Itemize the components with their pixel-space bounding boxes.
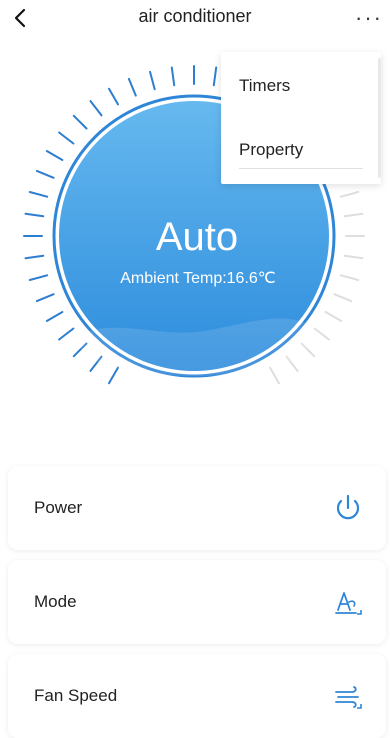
ambient-temperature: Ambient Temp:16.6℃ <box>120 270 276 287</box>
menu-item-timers[interactable]: Timers <box>221 54 381 118</box>
dial-tick <box>149 70 156 91</box>
mode-display: Auto <box>156 215 238 259</box>
dial-tick <box>269 366 280 385</box>
dial-tick <box>45 150 64 161</box>
header-bar: air conditioner ··· <box>0 0 390 40</box>
dial-tick <box>58 327 75 341</box>
power-control[interactable]: Power <box>8 466 386 550</box>
fan-speed-label: Fan Speed <box>34 686 118 705</box>
dial-tick <box>108 366 119 385</box>
power-icon <box>336 494 360 520</box>
dial-tick <box>108 87 119 106</box>
dial-tick <box>35 293 55 303</box>
menu-item-property[interactable]: Property <box>221 118 381 182</box>
dial-tick <box>339 191 360 198</box>
dial-tick <box>72 114 88 130</box>
dial-tick <box>339 274 360 281</box>
dial-tick <box>170 66 176 87</box>
dial-tick <box>24 254 45 260</box>
mode-label: Mode <box>34 592 77 611</box>
menu-scrollbar <box>378 58 381 178</box>
more-popup-menu: Timers Property <box>221 52 381 184</box>
power-label: Power <box>34 498 83 517</box>
page-title: air conditioner <box>138 6 252 26</box>
mode-icon <box>335 592 362 615</box>
dial-tick <box>89 100 103 117</box>
fan-speed-control[interactable]: Fan Speed <box>8 654 386 738</box>
dial-tick <box>24 212 45 218</box>
dial-tick <box>343 254 364 260</box>
dial-tick <box>35 169 55 179</box>
dial-tick <box>127 77 137 97</box>
dial-tick <box>212 66 218 87</box>
more-menu-button[interactable]: ··· <box>354 4 384 32</box>
dial-tick <box>45 311 64 322</box>
dial-tick <box>324 311 343 322</box>
dial-tick <box>28 274 49 281</box>
dial-tick <box>333 293 353 303</box>
mode-control[interactable]: Mode <box>8 560 386 644</box>
dial-tick <box>58 131 75 145</box>
dial-tick <box>343 212 364 218</box>
fan-speed-icon <box>335 686 362 709</box>
dial-tick <box>28 191 49 198</box>
